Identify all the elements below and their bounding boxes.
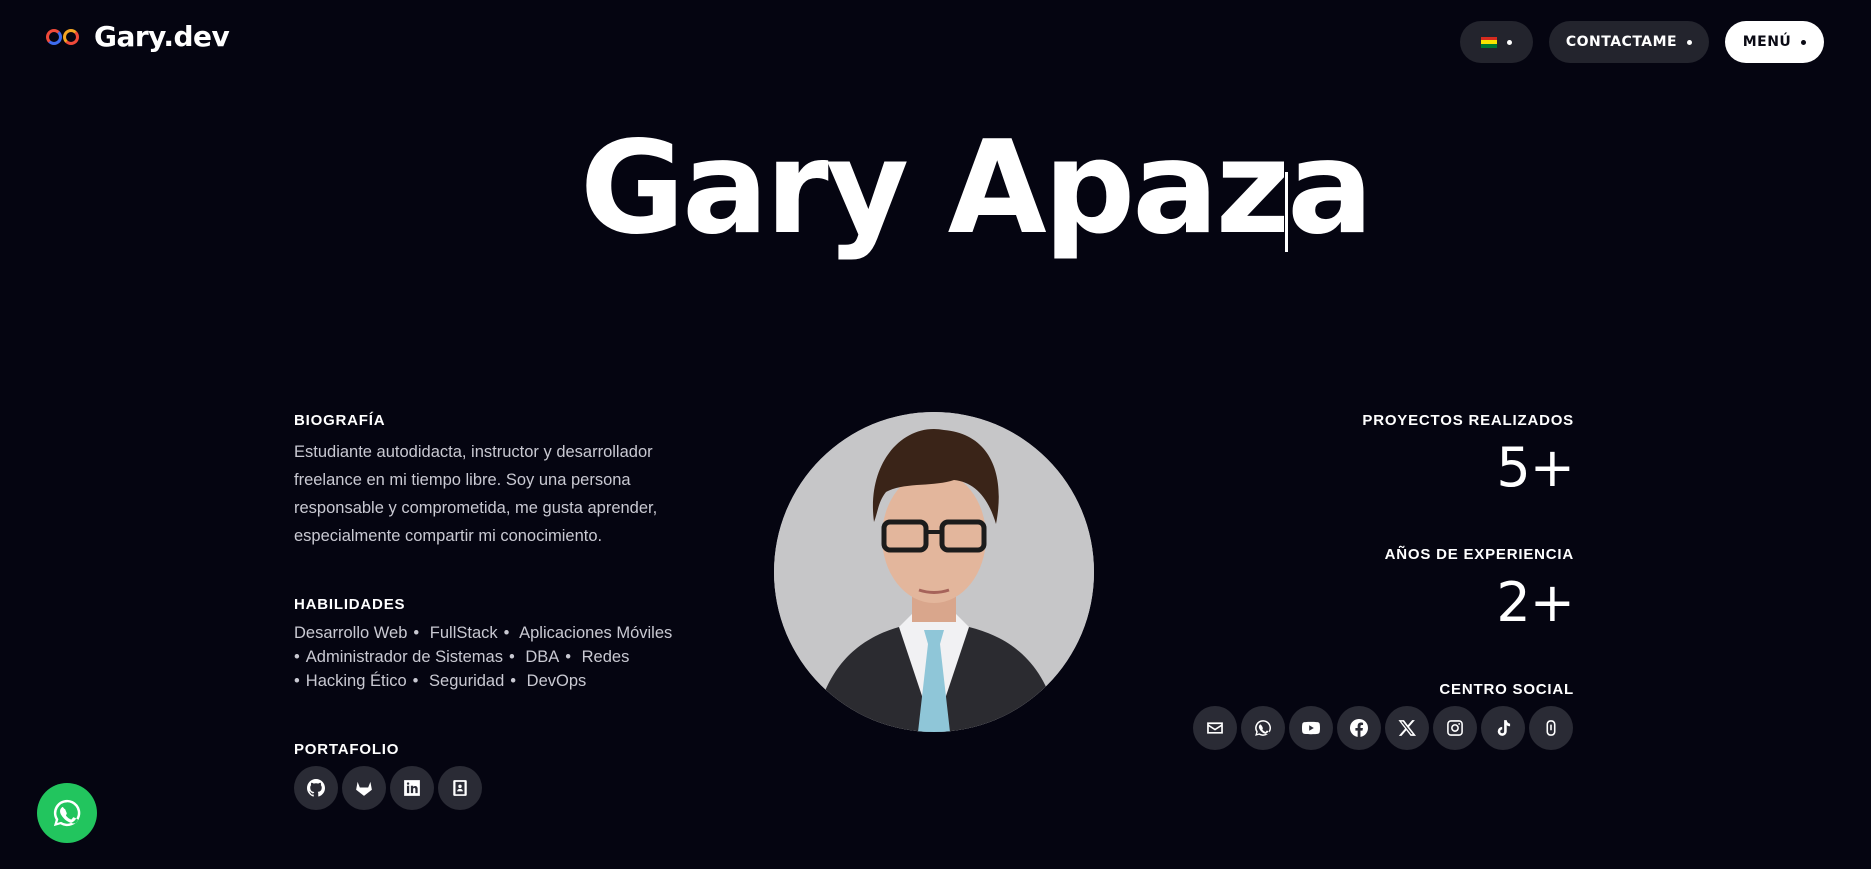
menu-button[interactable]: MENÚ	[1725, 21, 1824, 63]
contact-card-icon[interactable]	[438, 766, 482, 810]
experience-value: 2+	[1496, 571, 1575, 634]
dot-icon	[1801, 39, 1807, 45]
social-title: CENTRO SOCIAL	[1439, 681, 1574, 698]
dot-icon	[1507, 39, 1512, 45]
facebook-icon[interactable]	[1337, 706, 1381, 750]
biography-text: Estudiante autodidacta, instructor y des…	[294, 443, 658, 545]
skill-item: Redes	[581, 648, 630, 666]
logo[interactable]: Gary.dev	[46, 20, 230, 53]
menu-label: MENÚ	[1742, 34, 1792, 50]
skill-item: Administrador de Sistemas	[305, 648, 503, 666]
skill-item: DBA	[525, 648, 560, 666]
experience-title: AÑOS DE EXPERIENCIA	[1384, 546, 1574, 563]
skill-item: Desarrollo Web	[294, 624, 408, 642]
threads-icon[interactable]	[1529, 706, 1573, 750]
biography-title: BIOGRAFÍA	[294, 412, 386, 429]
whatsapp-icon	[53, 799, 81, 827]
portfolio-links	[294, 766, 482, 810]
projects-value: 5+	[1496, 436, 1575, 499]
skill-item: Seguridad	[429, 672, 505, 690]
dot-icon	[1687, 39, 1693, 45]
infinity-logo-icon	[46, 26, 86, 48]
whatsapp-icon[interactable]	[1241, 706, 1285, 750]
profile-photo	[774, 412, 1094, 732]
tiktok-icon[interactable]	[1481, 706, 1525, 750]
skill-item: DevOps	[526, 672, 587, 690]
gitlab-icon[interactable]	[342, 766, 386, 810]
skill-item: Aplicaciones Móviles	[519, 624, 673, 642]
youtube-icon[interactable]	[1289, 706, 1333, 750]
linkedin-icon[interactable]	[390, 766, 434, 810]
typing-caret	[1285, 172, 1288, 252]
contact-button[interactable]: CONTACTAME	[1549, 21, 1709, 63]
skill-item: Hacking Ético	[305, 672, 407, 690]
github-icon[interactable]	[294, 766, 338, 810]
logo-text: Gary.dev	[94, 20, 230, 53]
skills-list: Desarrollo Web • FullStack • Aplicaciones …	[294, 624, 673, 690]
portfolio-title: PORTAFOLIO	[294, 741, 400, 758]
mail-icon[interactable]	[1193, 706, 1237, 750]
skills-title: HABILIDADES	[294, 596, 406, 613]
whatsapp-float-button[interactable]	[37, 783, 97, 843]
bolivia-flag-icon	[1481, 36, 1497, 48]
instagram-icon[interactable]	[1433, 706, 1477, 750]
language-button[interactable]	[1460, 21, 1533, 63]
social-links	[1193, 706, 1573, 750]
projects-title: PROYECTOS REALIZADOS	[1362, 412, 1574, 429]
skill-item: FullStack	[429, 624, 498, 642]
contact-label: CONTACTAME	[1565, 34, 1678, 50]
x-icon[interactable]	[1385, 706, 1429, 750]
hero-name: Gary Apaza	[580, 114, 1373, 263]
